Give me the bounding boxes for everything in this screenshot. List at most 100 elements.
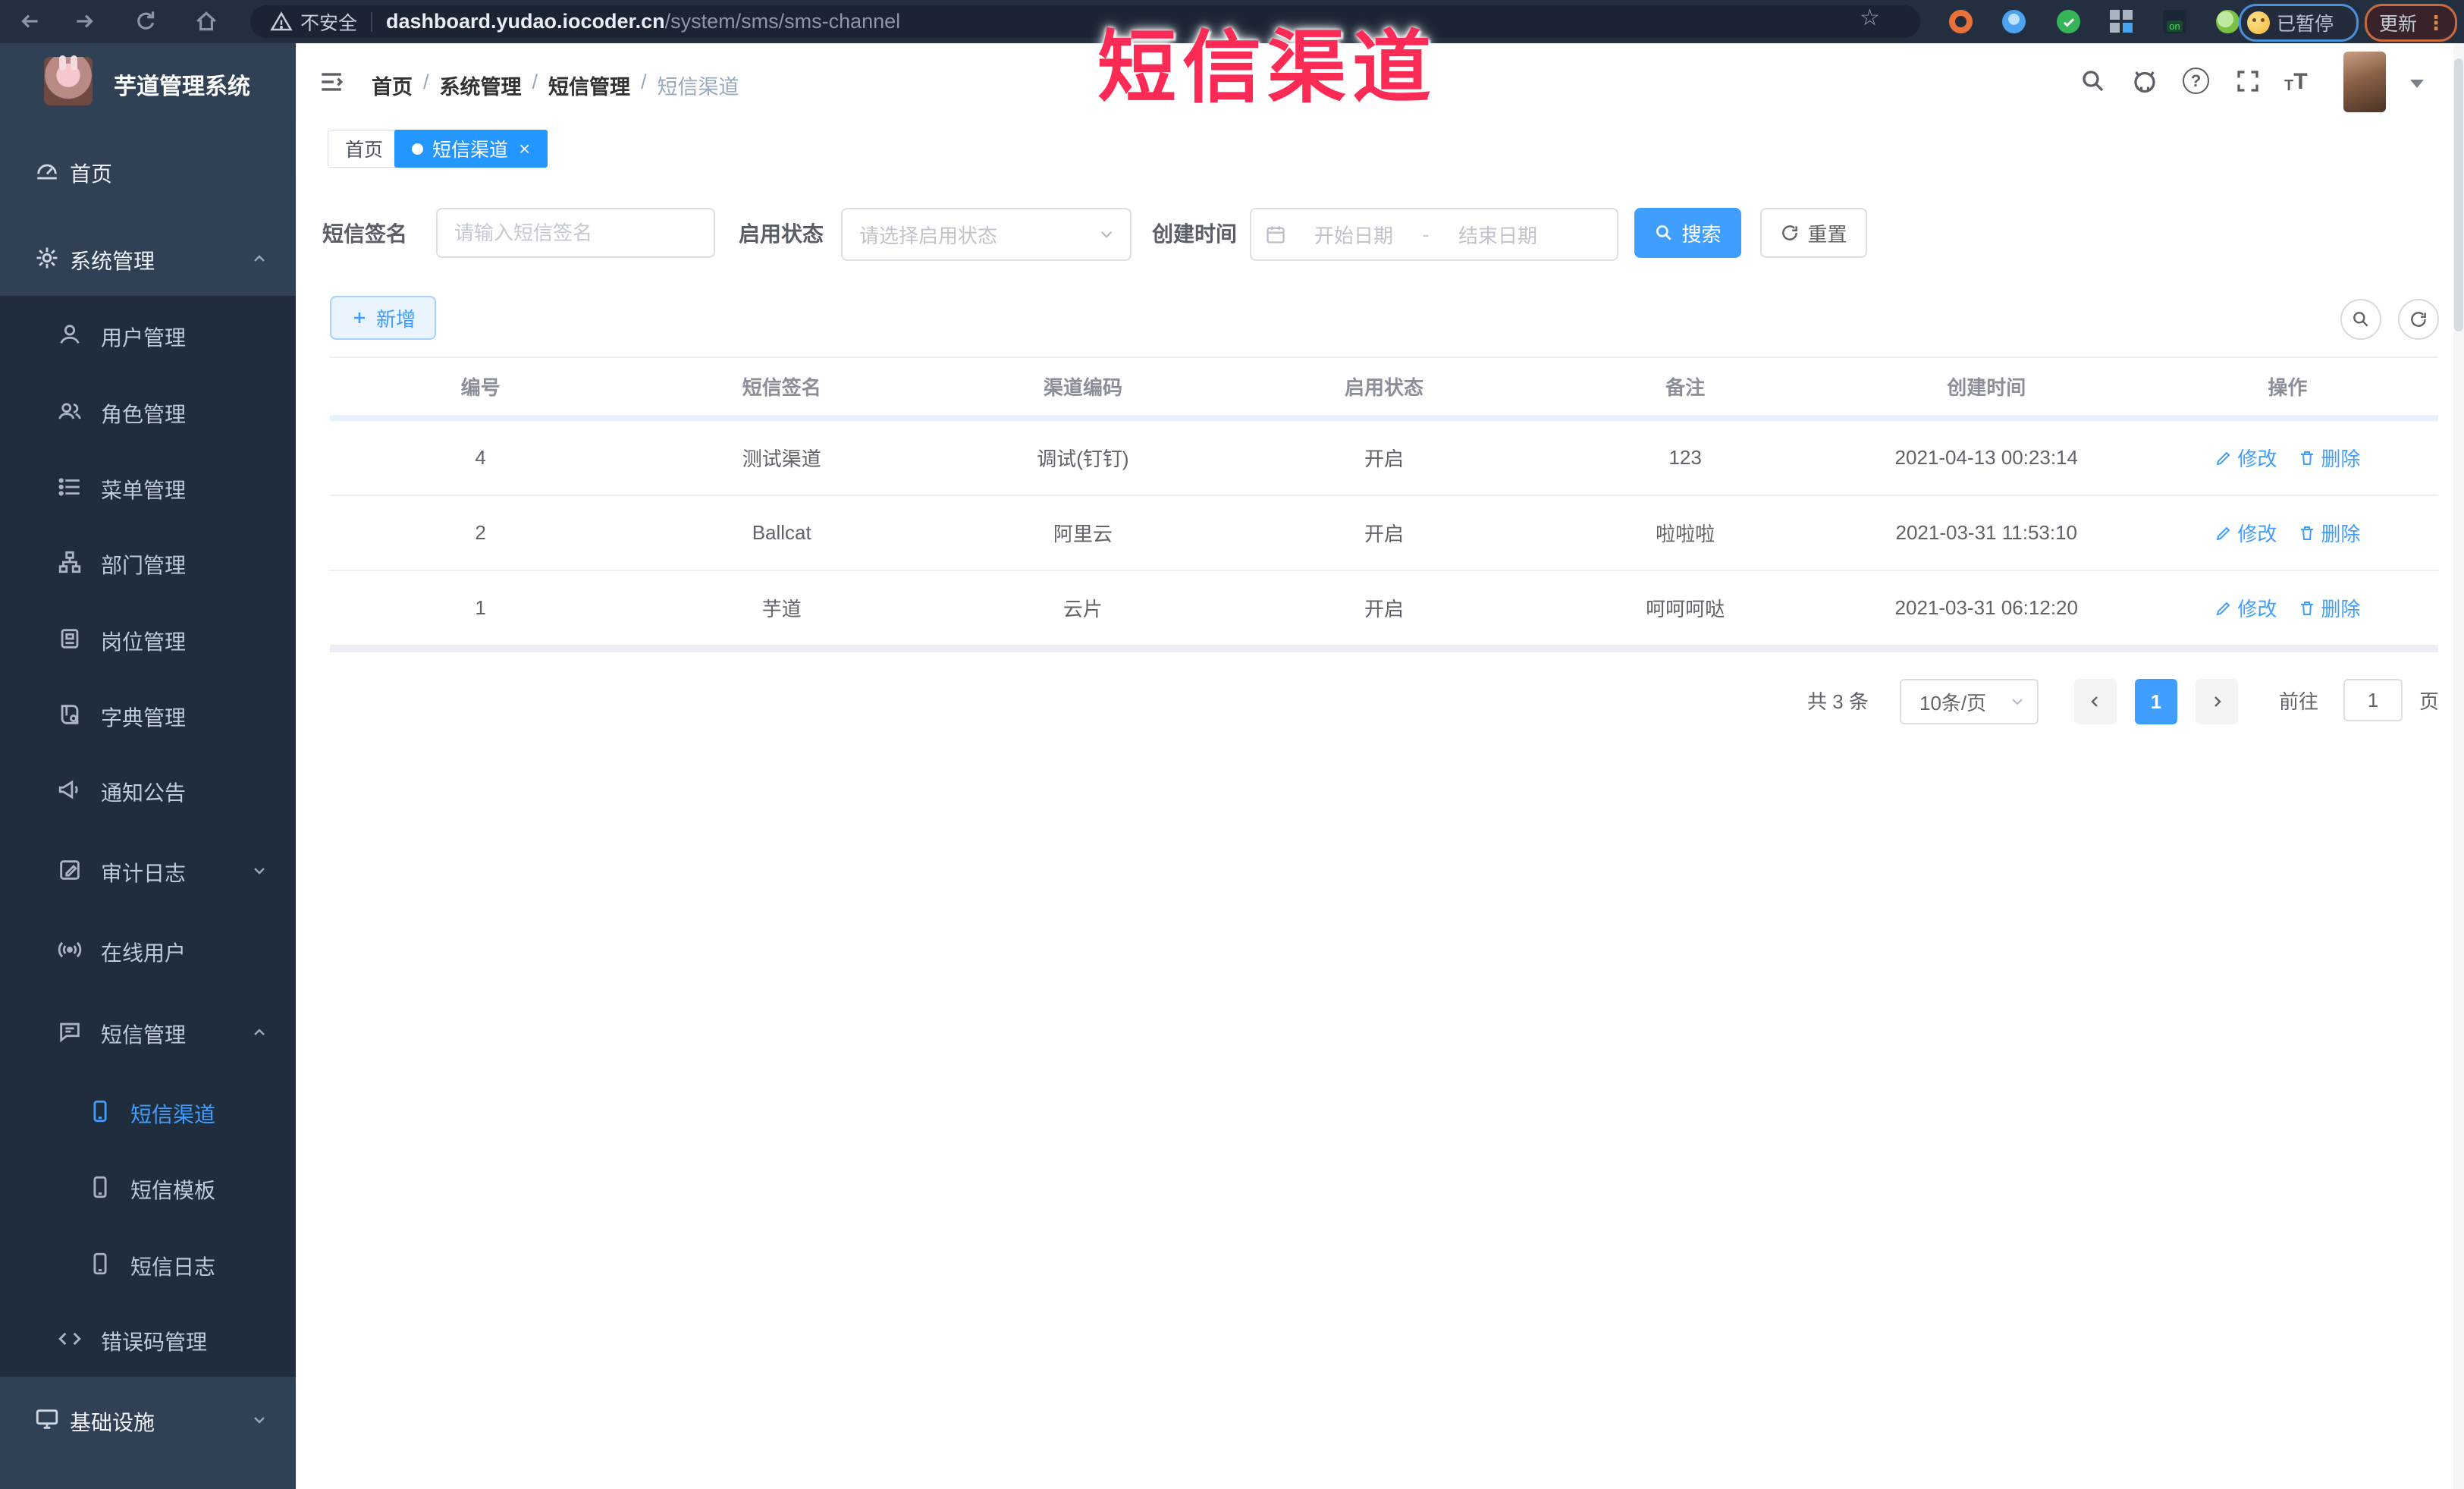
- sidebar-item-online-users[interactable]: 在线用户: [0, 916, 296, 984]
- sidebar-item-user-management[interactable]: 用户管理: [0, 300, 296, 369]
- forward-icon[interactable]: [72, 8, 98, 34]
- reset-button[interactable]: 重置: [1760, 208, 1867, 258]
- sidebar-item-label: 基础设施: [70, 1411, 155, 1434]
- home-icon[interactable]: [193, 8, 219, 34]
- sidebar-item-label: 部门管理: [101, 554, 187, 577]
- sign-input[interactable]: [436, 208, 715, 258]
- help-icon[interactable]: ?: [2183, 68, 2209, 94]
- column-header: 启用状态: [1344, 376, 1423, 399]
- online-user-icon: [58, 941, 82, 958]
- security-label[interactable]: 不安全: [300, 8, 357, 36]
- delete-link[interactable]: 删除: [2298, 594, 2360, 622]
- tab-sms-channel[interactable]: 短信渠道 ×: [394, 130, 548, 168]
- search-button[interactable]: 搜索: [1634, 208, 1741, 258]
- avatar-caret-down-icon[interactable]: [2410, 80, 2424, 88]
- prev-page-button[interactable]: [2074, 679, 2117, 724]
- sidebar-item-menu-management[interactable]: 菜单管理: [0, 453, 296, 521]
- screen: 不安全 dashboard.yudao.iocoder.cn/system/sm…: [0, 0, 2464, 1489]
- start-date-placeholder[interactable]: 开始日期: [1297, 221, 1411, 249]
- tab-close-icon[interactable]: ×: [519, 137, 530, 161]
- table-refresh-button[interactable]: [2398, 299, 2439, 340]
- url-bar[interactable]: 不安全 dashboard.yudao.iocoder.cn/system/sm…: [250, 5, 1920, 38]
- extension-icon-1[interactable]: [1949, 10, 1973, 33]
- sidebar-item-sms-template[interactable]: 短信模板: [0, 1153, 296, 1221]
- app-logo: [44, 55, 93, 105]
- breadcrumb-item[interactable]: 系统管理: [440, 71, 522, 100]
- scrollbar-thumb[interactable]: [2454, 58, 2463, 331]
- sidebar-item-system-management[interactable]: 系统管理: [0, 224, 296, 292]
- extension-icon-3[interactable]: [2057, 10, 2080, 33]
- end-date-placeholder[interactable]: 结束日期: [1441, 221, 1555, 249]
- sidebar-item-error-code-management[interactable]: 错误码管理: [0, 1305, 296, 1373]
- github-icon[interactable]: [2131, 68, 2158, 95]
- edit-link[interactable]: 修改: [2214, 519, 2277, 547]
- sms-channel-table: 编号 短信签名 渠道编码 启用状态 备注 创建时间 操作 4 测试渠道 调试(钉…: [330, 357, 2438, 652]
- status-select[interactable]: 请选择启用状态: [841, 208, 1132, 261]
- current-page-button[interactable]: 1: [2135, 679, 2177, 724]
- delete-label: 删除: [2321, 523, 2361, 545]
- bookmark-star-icon[interactable]: ☆: [1860, 5, 1880, 31]
- sidebar-item-department-management[interactable]: 部门管理: [0, 528, 296, 596]
- sidebar-item-post-management[interactable]: 岗位管理: [0, 605, 296, 673]
- delete-link[interactable]: 删除: [2298, 519, 2360, 547]
- delete-label: 删除: [2321, 448, 2361, 470]
- sidebar-item-notice-announcement[interactable]: 通知公告: [0, 755, 296, 824]
- extension-icon-6[interactable]: [2216, 10, 2240, 33]
- sidebar-item-home[interactable]: 首页: [0, 137, 296, 205]
- table-search-toggle-button[interactable]: [2340, 299, 2381, 340]
- back-icon[interactable]: [17, 8, 42, 34]
- extension-icon-2[interactable]: [2002, 10, 2026, 33]
- breadcrumb-item[interactable]: 首页: [372, 71, 413, 100]
- delete-icon: [2301, 526, 2314, 540]
- sidebar-collapse-icon[interactable]: [317, 69, 346, 95]
- reload-icon[interactable]: [133, 8, 159, 34]
- sidebar-item-sms-management[interactable]: 短信管理: [0, 997, 296, 1066]
- extension-icon-4[interactable]: [2110, 10, 2133, 33]
- gear-icon: [36, 247, 58, 269]
- window-scrollbar[interactable]: [2453, 43, 2464, 1489]
- main-content: 短信签名 启用状态 请选择启用状态 创建时间 开始日期 - 结束日期 搜索 重置…: [296, 174, 2464, 1489]
- extension-icon-5[interactable]: on: [2163, 10, 2186, 33]
- sidebar-item-role-management[interactable]: 角色管理: [0, 377, 296, 445]
- next-page-button[interactable]: [2196, 679, 2238, 724]
- overflow-menu-icon[interactable]: ⋮: [2426, 11, 2446, 35]
- sidebar-item-sms-log[interactable]: 短信日志: [0, 1230, 296, 1298]
- search-icon: [1656, 225, 1672, 240]
- sidebar-item-dict-management[interactable]: 字典管理: [0, 680, 296, 749]
- fullscreen-icon[interactable]: [2234, 68, 2262, 95]
- sidebar-item-label: 系统管理: [70, 250, 155, 273]
- search-icon: [2353, 312, 2368, 327]
- sidebar-item-label: 菜单管理: [101, 479, 187, 502]
- url-host[interactable]: dashboard.yudao.iocoder.cn: [386, 10, 665, 33]
- url-path[interactable]: /system/sms/sms-channel: [665, 10, 901, 33]
- app-logo-area[interactable]: 芋道管理系统: [0, 51, 296, 119]
- avatar[interactable]: [2343, 52, 2386, 112]
- url-divider: [371, 11, 373, 32]
- sidebar-item-label: 在线用户: [101, 941, 187, 965]
- delete-link[interactable]: 删除: [2298, 444, 2360, 472]
- add-button[interactable]: 新增: [330, 296, 436, 340]
- tab-home[interactable]: 首页: [328, 130, 401, 168]
- page-size-select[interactable]: 10条/页: [1900, 679, 2039, 724]
- font-size-icon[interactable]: TT: [2284, 68, 2312, 95]
- date-range-picker[interactable]: 开始日期 - 结束日期: [1250, 208, 1618, 261]
- edit-icon: [2217, 451, 2230, 465]
- page-unit-label: 页: [2419, 690, 2440, 713]
- tab-label: 首页: [345, 140, 384, 161]
- sidebar-item-audit-log[interactable]: 审计日志: [0, 836, 296, 904]
- delete-label: 删除: [2321, 598, 2361, 620]
- goto-page-input[interactable]: [2343, 679, 2403, 721]
- sidebar-item-sms-channel[interactable]: 短信渠道: [0, 1077, 296, 1145]
- breadcrumb-item[interactable]: 短信管理: [548, 71, 630, 100]
- cell-status: 开启: [1364, 448, 1404, 470]
- user-icon: [60, 325, 80, 344]
- delete-icon: [2301, 451, 2314, 465]
- sidebar-item-infrastructure[interactable]: 基础设施: [0, 1385, 296, 1453]
- browser-update-button[interactable]: 更新 ⋮: [2365, 4, 2457, 42]
- profile-paused-badge[interactable]: 已暂停: [2239, 4, 2359, 42]
- header-search-icon[interactable]: [2079, 68, 2107, 95]
- table-row: 2 Ballcat 阿里云 开启 啦啦啦 2021-03-31 11:53:10…: [330, 496, 2438, 571]
- edit-link[interactable]: 修改: [2214, 594, 2277, 622]
- edit-link[interactable]: 修改: [2214, 444, 2277, 472]
- column-header: 短信签名: [742, 376, 821, 399]
